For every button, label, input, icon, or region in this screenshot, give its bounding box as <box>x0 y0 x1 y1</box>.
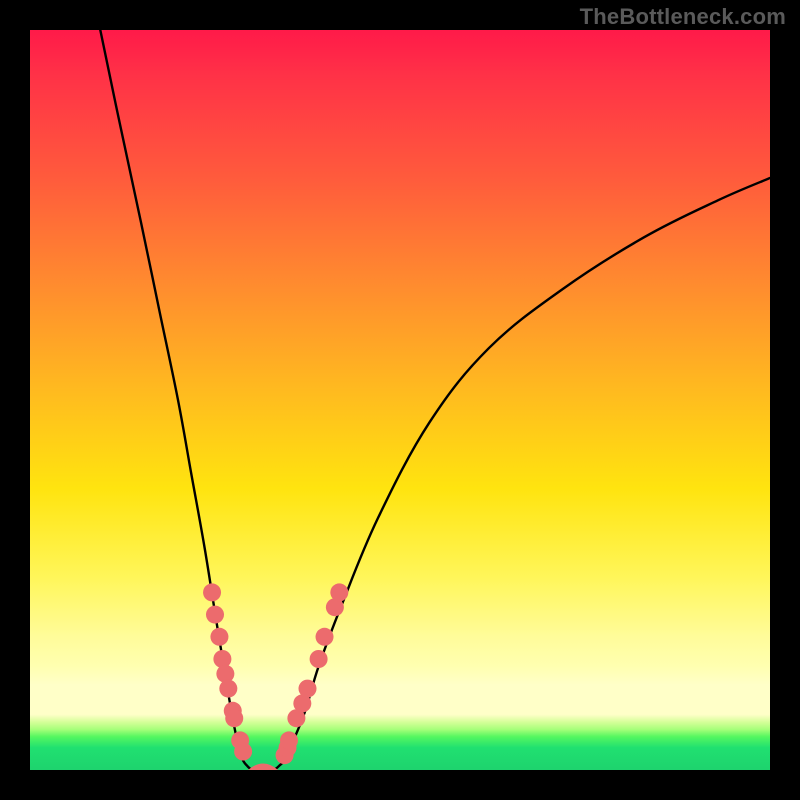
data-markers <box>203 583 348 764</box>
data-marker <box>280 731 298 749</box>
data-marker <box>299 680 317 698</box>
chart-container: TheBottleneck.com <box>0 0 800 800</box>
data-marker <box>316 628 334 646</box>
data-marker <box>234 743 252 761</box>
data-marker <box>225 709 243 727</box>
curve-right-branch <box>274 178 770 770</box>
chart-overlay <box>30 30 770 770</box>
data-marker <box>216 665 234 683</box>
data-marker <box>330 583 348 601</box>
plot-area <box>30 30 770 770</box>
data-marker <box>219 680 237 698</box>
data-marker <box>213 650 231 668</box>
valley-marker-fill <box>246 764 280 771</box>
data-marker <box>203 583 221 601</box>
data-marker <box>310 650 328 668</box>
watermark-text: TheBottleneck.com <box>580 4 786 30</box>
data-marker <box>210 628 228 646</box>
data-marker <box>206 606 224 624</box>
